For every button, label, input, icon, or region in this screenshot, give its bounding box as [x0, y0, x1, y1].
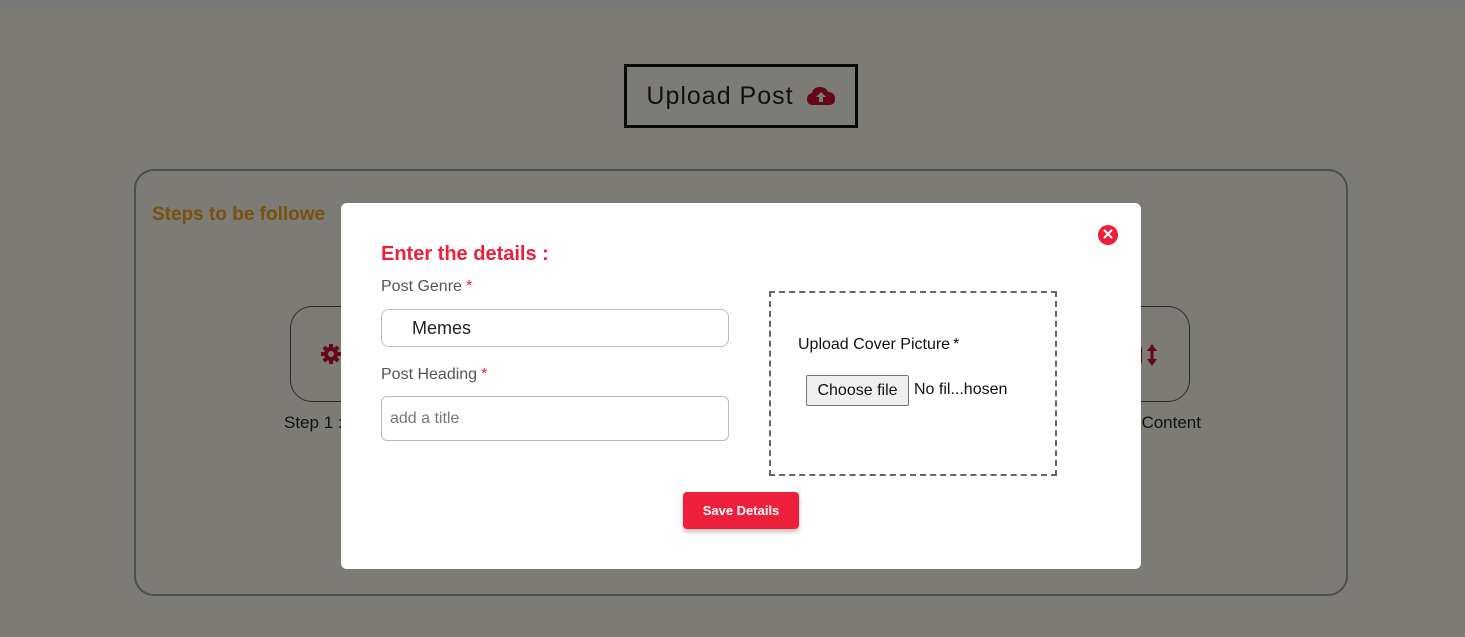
cover-upload-dropzone[interactable]: Upload Cover Picture * Choose file No fil…: [769, 291, 1057, 476]
post-heading-label: Post Heading *: [381, 366, 487, 384]
post-genre-value: Memes: [412, 317, 472, 338]
close-icon: [1103, 226, 1113, 244]
required-mark: *: [465, 278, 473, 295]
post-heading-input[interactable]: [381, 396, 729, 441]
upload-cover-label-text: Upload Cover Picture: [798, 336, 951, 353]
choose-file-button[interactable]: Choose file: [806, 375, 909, 406]
post-genre-label-text: Post Genre: [381, 278, 462, 295]
required-mark: *: [481, 366, 488, 383]
modal-title: Enter the details :: [381, 243, 549, 265]
save-details-button[interactable]: Save Details: [683, 492, 799, 529]
file-status-text: No fil...hosen: [914, 381, 1008, 398]
required-mark: *: [953, 336, 960, 353]
post-genre-select[interactable]: Memes: [381, 309, 729, 347]
close-button[interactable]: [1098, 225, 1118, 245]
post-genre-label: Post Genre *: [381, 278, 472, 296]
post-heading-label-text: Post Heading: [381, 366, 478, 383]
details-modal: Enter the details : Post Genre * Memes Po…: [341, 203, 1141, 569]
upload-cover-label: Upload Cover Picture *: [798, 336, 959, 354]
